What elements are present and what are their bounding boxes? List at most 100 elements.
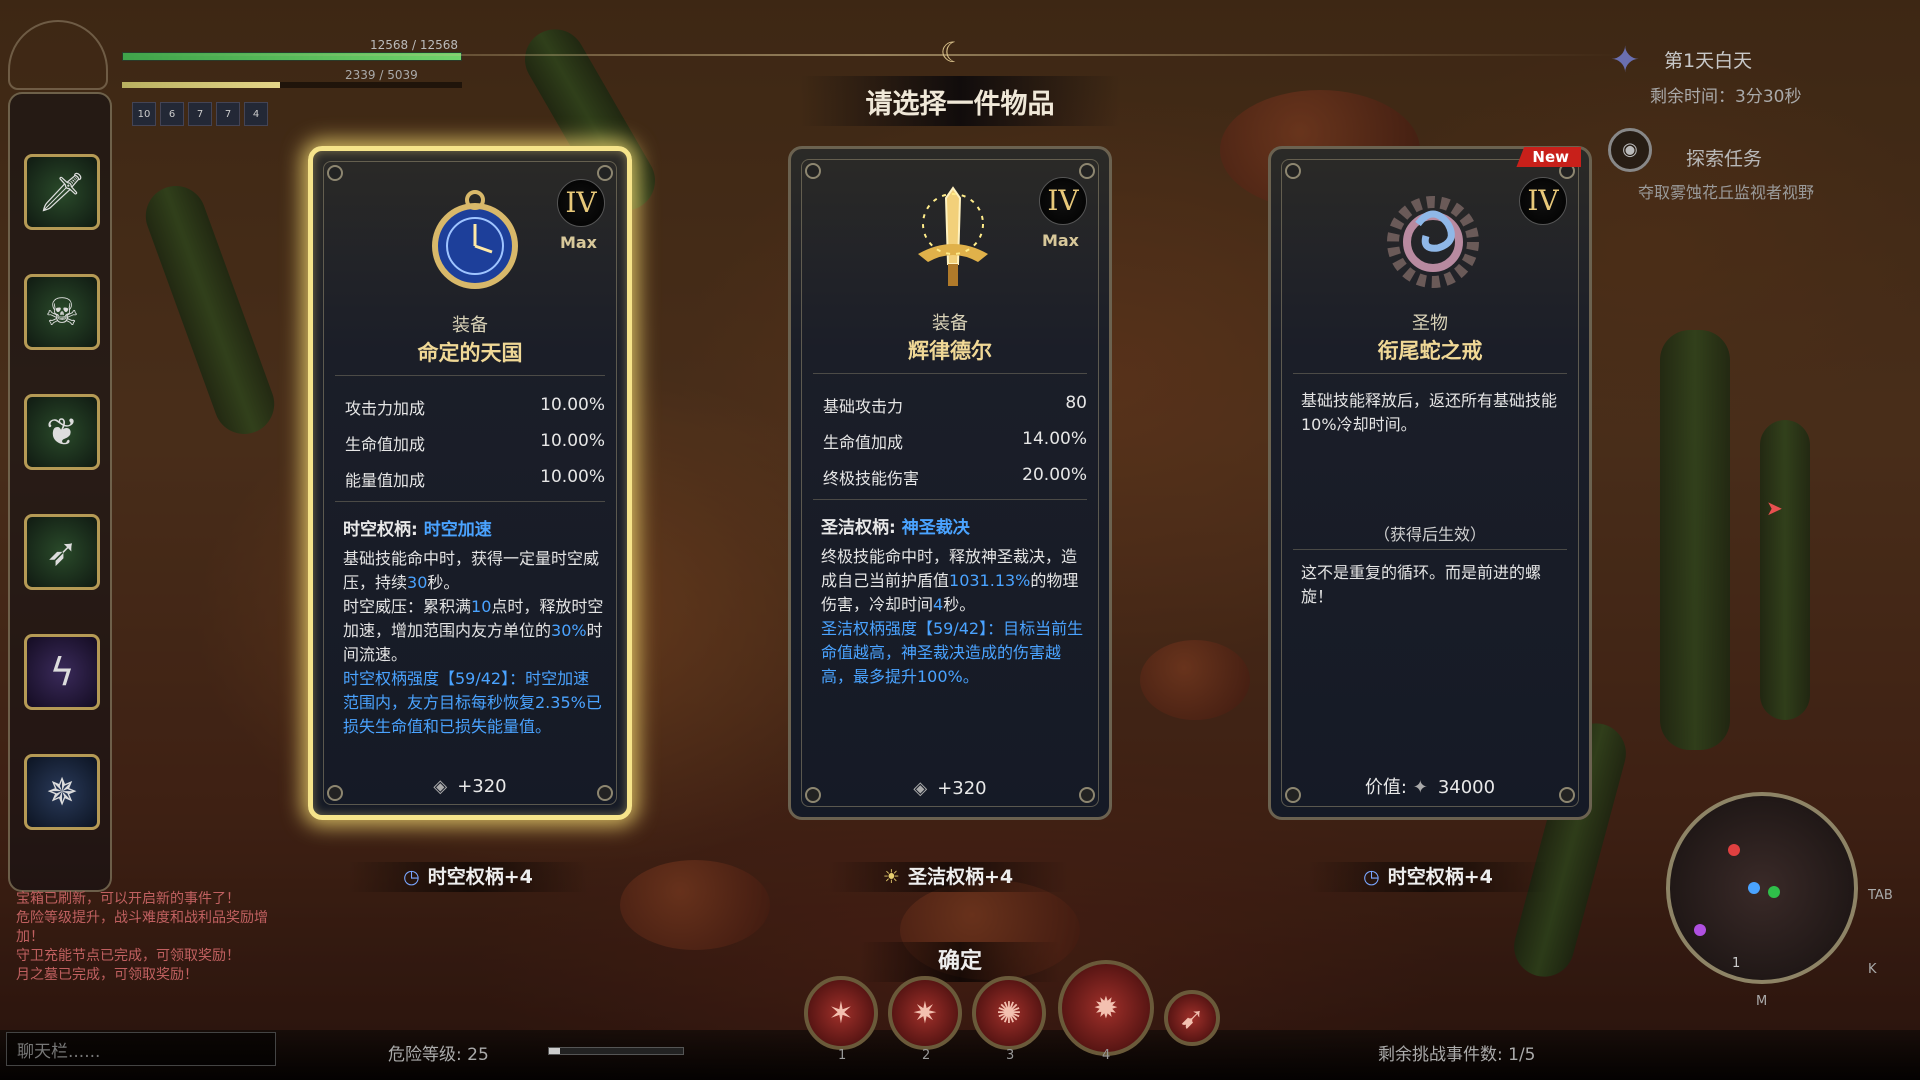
- ability-key: 4: [1102, 1048, 1111, 1063]
- ally-marker: [1768, 886, 1780, 898]
- ability-key: 2: [922, 1048, 931, 1063]
- player-marker: [1748, 882, 1760, 894]
- skill-description: 基础技能命中时，获得一定量时空威压，持续30秒。 时空威压：累积满10点时，释放…: [343, 549, 604, 736]
- stat-row: 攻击力加成 10.00%: [345, 395, 605, 418]
- log-line: 月之墓已完成，可领取奖励！: [16, 967, 198, 983]
- tab-key-label[interactable]: TAB: [1868, 888, 1893, 903]
- skill-slot-3[interactable]: ❦: [24, 394, 100, 470]
- day-title: 第1天白天: [1664, 50, 1753, 72]
- ability-1-button[interactable]: ✶: [804, 976, 878, 1050]
- skill-slot-1[interactable]: 🗡: [24, 154, 100, 230]
- item-name: 衔尾蛇之戒: [1377, 339, 1483, 363]
- mp-text: 2339 / 5039: [345, 68, 418, 82]
- tier-badge: IV: [1039, 177, 1087, 225]
- stat-row: 生命值加成 14.00%: [823, 429, 1087, 452]
- item-name: 命定的天国: [417, 341, 523, 365]
- k-key-label[interactable]: K: [1868, 962, 1877, 977]
- buff-icon[interactable]: 7: [188, 102, 212, 126]
- skill-heading: 时空权柄: 时空加速: [343, 520, 492, 540]
- sell-value: ◈ +320: [913, 778, 987, 799]
- item-category: 装备: [452, 315, 488, 336]
- holy-icon: ☀: [882, 866, 900, 888]
- avatar[interactable]: [8, 20, 108, 90]
- serpent-icon: ✵: [46, 770, 78, 814]
- log-line: 守卫充能节点已完成，可领取奖励！: [16, 948, 240, 964]
- green-arrows-icon: ➶: [46, 530, 78, 574]
- enemy-marker: [1728, 844, 1740, 856]
- confirm-button[interactable]: 确定: [860, 942, 1060, 982]
- remaining-events: 剩余挑战事件数: 1/5: [1378, 1045, 1536, 1065]
- danger-progress: [548, 1047, 684, 1055]
- energy-bar-fill: [122, 82, 280, 88]
- m-key-label[interactable]: M: [1756, 994, 1767, 1009]
- clock-icon: ◷: [403, 866, 420, 888]
- slash-icon: ✶: [828, 995, 854, 1031]
- green-skull-icon: ☠: [44, 290, 80, 334]
- ability-key: 3: [1006, 1048, 1015, 1063]
- skill-slot-4[interactable]: ➶: [24, 514, 100, 590]
- stat-row: 生命值加成 10.00%: [345, 431, 605, 454]
- equipped-skill-column: 🗡 ☠ ❦ ➶ ϟ ✵: [8, 92, 112, 892]
- buff-icon[interactable]: 10: [132, 102, 156, 126]
- buff-list: 10 6 7 7 4: [132, 102, 268, 126]
- quest-tracker[interactable]: ◉ 探索任务 夺取雾蚀花丘监视者视野: [1608, 128, 1828, 228]
- energy-bar: [122, 82, 462, 88]
- pocket-watch-icon: [415, 181, 535, 301]
- card-1-bonus: ◷ 时空权柄+4: [348, 862, 588, 892]
- hp-text: 12568 / 12568: [370, 38, 459, 52]
- crescent-ornament-icon: ☾: [940, 36, 966, 69]
- sell-value: ◈ +320: [433, 776, 507, 797]
- dash-icon: ➹: [1179, 1000, 1205, 1036]
- green-vine-icon: ❦: [46, 410, 78, 454]
- effect-note: （获得后生效）: [1373, 525, 1486, 544]
- clock-icon: ◷: [1363, 866, 1380, 888]
- ability-2-button[interactable]: ✷: [888, 976, 962, 1050]
- skill-slot-2[interactable]: ☠: [24, 274, 100, 350]
- burst-icon: ✹: [1093, 990, 1119, 1026]
- vortex-icon: ✺: [996, 995, 1022, 1031]
- item-card-3[interactable]: New IV 圣物 衔尾蛇之戒 基础技能释放后，返还所有基础技能10%冷却时间。…: [1268, 146, 1592, 820]
- item-category: 圣物: [1412, 313, 1448, 334]
- tier-badge: IV: [557, 179, 605, 227]
- relic-value: 价值: ✦ 34000: [1364, 777, 1496, 798]
- log-line: 危险等级提升，战斗难度和战利品奖励增加！: [16, 910, 268, 945]
- skill-slot-6[interactable]: ✵: [24, 754, 100, 830]
- time-remaining: 剩余时间：3分30秒: [1650, 87, 1802, 107]
- ability-3-button[interactable]: ✺: [972, 976, 1046, 1050]
- sparkle-icon: ✦: [1412, 777, 1428, 798]
- item-card-1[interactable]: IV Max 装备 命定的天国 攻击力加成 10.00% 生命值加成 10.00% …: [308, 146, 632, 820]
- crystal-icon: ◈: [433, 776, 448, 797]
- minimap[interactable]: 1: [1666, 792, 1858, 984]
- extra-ability-button[interactable]: ➹: [1164, 990, 1220, 1046]
- tier-badge: IV: [1519, 177, 1567, 225]
- mouse-cursor-icon: ➤: [1766, 496, 1783, 520]
- event-log: 宝箱已刷新，可以开启新的事件了！ 危险等级提升，战斗难度和战利品奖励增加！ 守卫…: [16, 890, 276, 985]
- skill-description: 终极技能命中时，释放神圣裁决，造成自己当前护盾值1031.13%的物理伤害，冷却…: [821, 547, 1084, 686]
- item-category: 装备: [932, 313, 968, 334]
- ouroboros-ring-icon: [1373, 179, 1493, 299]
- top-divider: [120, 54, 1620, 56]
- ability-key: 1: [838, 1048, 847, 1063]
- item-name: 辉律德尔: [908, 339, 992, 363]
- log-line: 宝箱已刷新，可以开启新的事件了！: [16, 891, 240, 907]
- skill-slot-5[interactable]: ϟ: [24, 634, 100, 710]
- chat-input[interactable]: 聊天栏......: [6, 1032, 276, 1066]
- item-card-2[interactable]: IV Max 装备 辉律德尔 基础攻击力 80 生命值加成 14.00% 终极技能伤…: [788, 146, 1112, 820]
- max-label: Max: [559, 233, 597, 252]
- winged-sword-icon: [893, 179, 1013, 299]
- buff-icon[interactable]: 7: [216, 102, 240, 126]
- quest-title: 探索任务: [1686, 148, 1763, 170]
- buff-icon[interactable]: 4: [244, 102, 268, 126]
- objective-marker: [1694, 924, 1706, 936]
- ultimate-button[interactable]: ✹: [1058, 960, 1154, 1056]
- danger-level: 危险等级: 25: [388, 1045, 489, 1065]
- eye-icon: ◉: [1608, 128, 1652, 172]
- claw-icon: ✷: [912, 995, 938, 1031]
- day-indicator: ✦ 第1天白天 剩余时间：3分30秒: [1610, 40, 1910, 110]
- card-2-bonus: ☀ 圣洁权柄+4: [828, 862, 1068, 892]
- star-icon: ✦: [1610, 40, 1641, 81]
- minimap-floor: 1: [1732, 956, 1741, 971]
- danger-progress-fill: [549, 1048, 560, 1054]
- buff-icon[interactable]: 6: [160, 102, 184, 126]
- skill-heading: 圣洁权柄: 神圣裁决: [821, 518, 970, 538]
